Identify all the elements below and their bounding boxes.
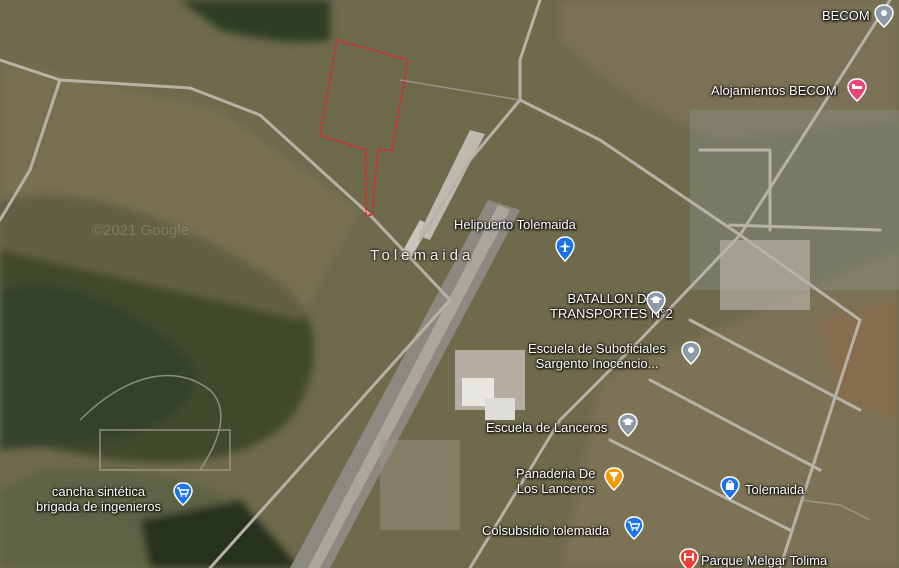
school-icon[interactable] (617, 413, 639, 437)
place-label-tolemaida-store[interactable]: Tolemaida (745, 482, 804, 497)
place-label-colsubsidio-tolemaida[interactable]: Colsubsidio tolemaida (482, 523, 609, 538)
map-watermark: ©2021 Google (92, 222, 189, 239)
location-pin-icon[interactable] (680, 341, 702, 365)
hospital-icon[interactable] (678, 548, 700, 568)
town-label: Tolemaida (370, 247, 475, 264)
place-label-alojamientos-becom[interactable]: Alojamientos BECOM (711, 83, 837, 98)
place-label-line2: brigada de ingenieros (36, 499, 162, 514)
place-label-line1: cancha sintética (51, 484, 146, 499)
satellite-map[interactable]: ©2021 Google Tolemaida BECOM Alojamiento… (0, 0, 899, 568)
place-label-escuela-suboficiales[interactable]: Escuela de Suboficiales Sargento Inocenc… (528, 341, 666, 371)
place-label-helipuerto-tolemaida[interactable]: Helipuerto Tolemaida (454, 217, 576, 232)
place-label-line1: Escuela de Suboficiales (528, 341, 667, 356)
place-label-panaderia-lanceros[interactable]: Panaderia De Los Lanceros (516, 466, 596, 496)
place-label-parque-melgar[interactable]: Parque Melgar Tolima (701, 553, 827, 568)
airplane-icon[interactable] (554, 236, 576, 262)
shopping-cart-icon[interactable] (623, 516, 645, 540)
shopping-bag-icon[interactable] (719, 476, 741, 500)
place-label-cancha-sintetica[interactable]: cancha sintética brigada de ingenieros (36, 484, 161, 514)
place-label-becom[interactable]: BECOM (822, 8, 870, 23)
place-label-line1: Panaderia De (516, 466, 596, 481)
shopping-cart-icon[interactable] (172, 482, 194, 506)
place-label-line2: Los Lanceros (516, 481, 595, 496)
location-pin-icon[interactable] (873, 4, 895, 28)
school-icon[interactable] (645, 291, 667, 315)
restaurant-icon[interactable] (603, 467, 625, 491)
bed-icon[interactable] (846, 78, 868, 102)
place-label-line2: Sargento Inocencio... (535, 356, 659, 371)
place-label-escuela-lanceros[interactable]: Escuela de Lanceros (486, 420, 607, 435)
